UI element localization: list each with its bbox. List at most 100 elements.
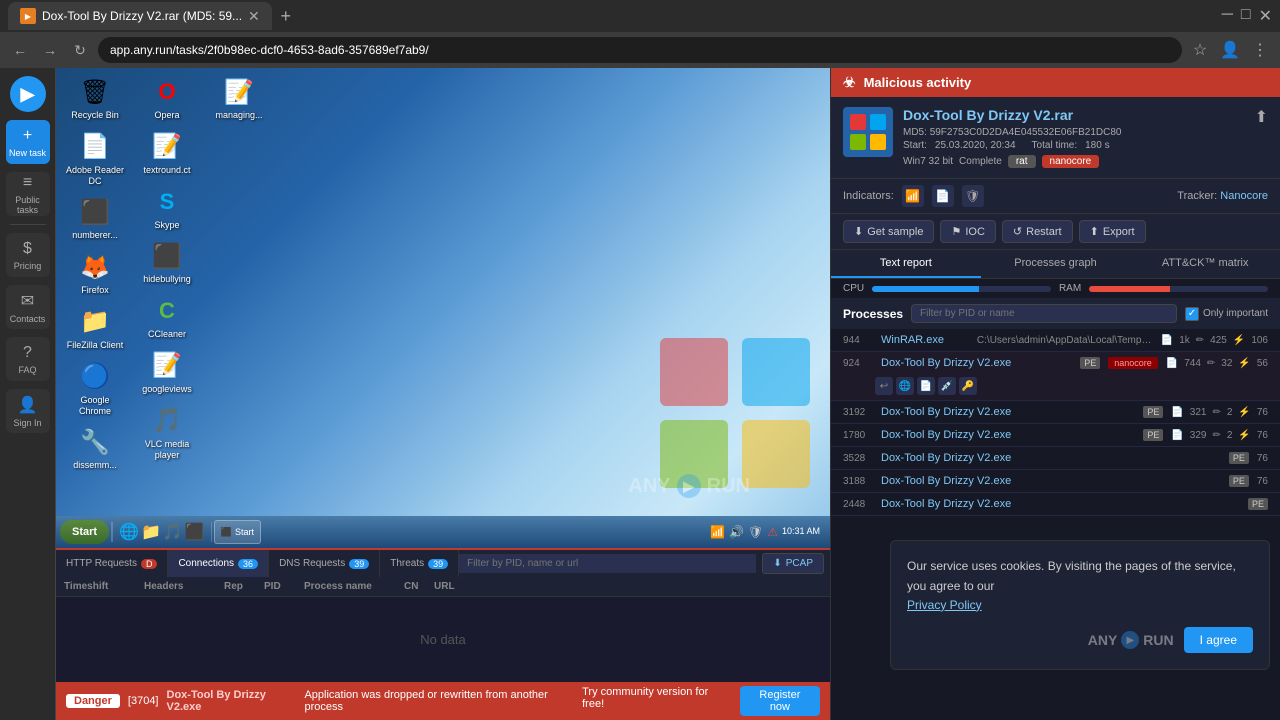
process-main-3192[interactable]: 3192 Dox-Tool By Drizzy V2.exe PE 📄 321 … [831, 401, 1280, 423]
process-main-944[interactable]: 944 WinRAR.exe C:\Users\admin\AppData\Lo… [831, 329, 1280, 351]
tracker-link[interactable]: Nanocore [1220, 190, 1268, 202]
taskbar-show-desktop-icon[interactable]: ⬛ [185, 522, 205, 542]
only-important-checkbox[interactable]: ✓ [1185, 307, 1199, 321]
googleviews-label: googleviews [142, 384, 192, 395]
network-filter-input[interactable] [459, 554, 756, 573]
only-important-toggle[interactable]: ✓ Only important [1185, 307, 1268, 321]
indicator-shield-icon[interactable]: 🛡 [962, 185, 984, 207]
desktop-icon-filezilla[interactable]: 📁 FileZilla Client [60, 302, 130, 355]
minimize-button[interactable]: ─ [1222, 6, 1233, 26]
anyrun-logo[interactable]: ▶ [10, 76, 46, 112]
connections-tab[interactable]: Connections 36 [168, 550, 269, 577]
privacy-policy-link[interactable]: Privacy Policy [907, 598, 982, 612]
desktop-icon-ccleaner[interactable]: C CCleaner [132, 291, 202, 344]
desktop-icon-chrome[interactable]: 🔵 Google Chrome [60, 357, 130, 421]
desktop-icon-opera[interactable]: O Opera [132, 72, 202, 125]
tab-text-report[interactable]: Text report [831, 250, 981, 278]
download-sample-icon: ⬇ [854, 225, 863, 238]
desktop-icon-adobe[interactable]: 📄 Adobe Reader DC [60, 127, 130, 191]
windows-taskbar: Start 🌐 📁 🎵 ⬛ ⬛ Start 📶 🔊 [56, 516, 830, 548]
sidebar-item-signin[interactable]: 👤 Sign In [6, 389, 50, 433]
register-button[interactable]: Register now [740, 686, 820, 716]
taskbar-folder-icon[interactable]: 📁 [141, 522, 161, 542]
chrome-label: Google Chrome [64, 395, 126, 417]
sidebar-item-contacts[interactable]: ✉ Contacts [6, 285, 50, 329]
threats-tab[interactable]: Threats 39 [380, 550, 459, 577]
sidebar-item-label: Pricing [14, 261, 42, 271]
proc-inject-icon[interactable]: 💉 [938, 377, 956, 395]
processes-header: Processes ✓ Only important [831, 298, 1280, 329]
tab-att-matrix[interactable]: ATT&CK™ matrix [1130, 250, 1280, 278]
process-main-1780[interactable]: 1780 Dox-Tool By Drizzy V2.exe PE 📄 329 … [831, 424, 1280, 446]
desktop-icon-numberer[interactable]: ⬛ numberer... [60, 192, 130, 245]
close-window-button[interactable]: ✕ [1259, 6, 1272, 26]
desktop-icon-recycle-bin[interactable]: 🗑 Recycle Bin [60, 72, 130, 125]
menu-button[interactable]: ⋮ [1248, 38, 1272, 62]
dissemm-label: dissemm... [73, 460, 117, 471]
desktop-icon-vlc[interactable]: 🎵 VLC media player [132, 401, 202, 465]
desktop-icon-managing[interactable]: 📝 managing... [204, 72, 274, 125]
new-tab-button[interactable]: + [272, 2, 300, 30]
back-button[interactable]: ← [8, 38, 32, 62]
process-main-3188[interactable]: 3188 Dox-Tool By Drizzy V2.exe PE 76 [831, 470, 1280, 492]
process-main-2448[interactable]: 2448 Dox-Tool By Drizzy V2.exe PE [831, 493, 1280, 515]
tab-processes-graph[interactable]: Processes graph [981, 250, 1131, 278]
title-bar: ▶ Dox-Tool By Drizzy V2.rar (MD5: 59... … [0, 0, 1280, 32]
dns-requests-tab[interactable]: DNS Requests 39 [269, 550, 380, 577]
proc-back-icon[interactable]: ↩ [875, 377, 893, 395]
indicators-row: Indicators: 📶 📄 🛡 Tracker: Nanocore [831, 178, 1280, 213]
indicator-file-icon[interactable]: 📄 [932, 185, 954, 207]
proc-network-icon[interactable]: 🌐 [896, 377, 914, 395]
numberer-label: numberer... [72, 230, 118, 241]
taskbar-browser-icon[interactable]: 🌐 [119, 522, 139, 542]
pe-badge-3192: PE [1143, 406, 1163, 418]
processes-search-input[interactable] [911, 304, 1177, 323]
tab-close-button[interactable]: ✕ [248, 8, 260, 25]
recycle-bin-label: Recycle Bin [71, 110, 119, 121]
desktop-icon-skype[interactable]: S Skype [132, 182, 202, 235]
sidebar-item-public-tasks[interactable]: ≡ Public tasks [6, 172, 50, 216]
cookie-agree-button[interactable]: I agree [1184, 627, 1253, 653]
network-table-header: Timeshift Headers Rep PID Process name C… [56, 577, 830, 597]
maximize-button[interactable]: □ [1241, 6, 1251, 26]
pe-badge-924: PE [1080, 357, 1100, 369]
sidebar-item-new-task[interactable]: + New task [6, 120, 50, 164]
forward-button[interactable]: → [38, 38, 62, 62]
indicator-network-icon[interactable]: 📶 [902, 185, 924, 207]
process-main-3528[interactable]: 3528 Dox-Tool By Drizzy V2.exe PE 76 [831, 447, 1280, 469]
get-sample-button[interactable]: ⬇ Get sample [843, 220, 934, 243]
total-time-value: 180 s [1085, 140, 1109, 151]
export-button[interactable]: ⬆ Export [1079, 220, 1146, 243]
share-button[interactable]: ⬆ [1255, 107, 1268, 127]
desktop-icon-dissemm[interactable]: 🔧 dissemm... [60, 422, 130, 475]
desktop-icon-googleviews[interactable]: 📝 googleviews [132, 346, 202, 399]
process-name-3192: Dox-Tool By Drizzy V2.exe [881, 406, 1135, 418]
proc-file-icon[interactable]: 📄 [917, 377, 935, 395]
browser-tab[interactable]: ▶ Dox-Tool By Drizzy V2.rar (MD5: 59... … [8, 2, 272, 30]
desktop-icon-firefox[interactable]: 🦊 Firefox [60, 247, 130, 300]
http-requests-tab[interactable]: HTTP Requests D [56, 550, 168, 577]
ioc-button[interactable]: ⚑ IOC [940, 220, 995, 243]
pcap-button[interactable]: ⬇ PCAP [762, 553, 824, 574]
sidebar-item-pricing[interactable]: $ Pricing [6, 233, 50, 277]
desktop-icon-hidebullying[interactable]: ⬛ hidebullying [132, 236, 202, 289]
faq-icon: ? [23, 344, 32, 362]
process-main-924[interactable]: 924 Dox-Tool By Drizzy V2.exe PE nanocor… [831, 352, 1280, 374]
proc-reg-icon[interactable]: 🔑 [959, 377, 977, 395]
pe-badge-1780: PE [1143, 429, 1163, 441]
cookie-text: Our service uses cookies. By visiting th… [907, 557, 1253, 615]
network-tray-icon: 📶 [710, 525, 725, 539]
account-button[interactable]: 👤 [1218, 38, 1242, 62]
restart-button[interactable]: ↺ Restart [1002, 220, 1073, 243]
reload-button[interactable]: ↻ [68, 38, 92, 62]
total-time-label: Total time: [1032, 140, 1078, 151]
taskbar-app-item[interactable]: ⬛ Start [214, 520, 261, 544]
bookmark-button[interactable]: ☆ [1188, 38, 1212, 62]
desktop-icon-textround[interactable]: 📝 textround.ct [132, 127, 202, 180]
address-input[interactable] [98, 37, 1182, 63]
taskbar-media-icon[interactable]: 🎵 [163, 522, 183, 542]
sidebar-item-faq[interactable]: ? FAQ [6, 337, 50, 381]
start-button[interactable]: Start [60, 520, 109, 544]
nanocore-badge[interactable]: nanocore [1042, 155, 1100, 168]
process-pid-3528: 3528 [843, 453, 873, 464]
